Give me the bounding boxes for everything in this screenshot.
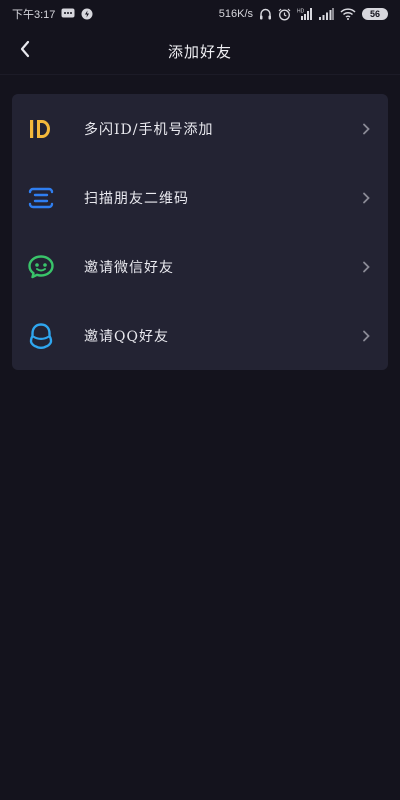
menu-item-label: 邀请QQ好友 [84, 328, 169, 345]
menu-item-invite-qq[interactable]: 邀请QQ好友 [12, 301, 388, 370]
page-title: 添加好友 [167, 42, 232, 61]
chevron-right-icon [360, 122, 372, 136]
network-speed: 516K/s [218, 8, 253, 20]
back-button[interactable] [12, 38, 38, 64]
signal-icon [319, 8, 334, 20]
menu-item-id-phone[interactable]: 多闪ID/手机号添加 [12, 94, 388, 163]
status-time: 下午3:17 [12, 9, 56, 21]
status-right: 516K/s HD 56 [219, 8, 388, 21]
menu-item-invite-wechat[interactable]: 邀请微信好友 [12, 232, 388, 301]
hd-signal-icon: HD [297, 8, 313, 20]
wifi-icon [340, 8, 356, 20]
message-icon [61, 8, 75, 20]
menu-item-label: 邀请微信好友 [84, 259, 174, 276]
chevron-left-icon [19, 40, 31, 62]
chevron-right-icon [360, 191, 372, 205]
menu-item-scan-qr[interactable]: 扫描朋友二维码 [12, 163, 388, 232]
svg-text:HD: HD [297, 9, 305, 15]
id-icon [26, 114, 56, 144]
menu-item-label: 多闪ID/手机号添加 [84, 121, 214, 138]
chevron-right-icon [360, 260, 372, 274]
add-friend-options: 多闪ID/手机号添加 扫描朋友二维码 邀请微信好友 邀请QQ好友 [12, 94, 388, 370]
scan-qr-icon [26, 183, 56, 213]
shield-icon [81, 8, 93, 20]
status-left: 下午3:17 [12, 6, 93, 22]
battery-icon: 56 [362, 8, 388, 20]
headphones-icon [259, 8, 272, 20]
nav-bar: 添加好友 [0, 28, 400, 75]
qq-icon [26, 321, 56, 351]
alarm-icon [278, 8, 291, 21]
menu-item-label: 扫描朋友二维码 [84, 190, 189, 207]
status-bar: 下午3:17 516K/s HD 56 [0, 0, 400, 28]
wechat-icon [26, 252, 56, 282]
chevron-right-icon [360, 329, 372, 343]
